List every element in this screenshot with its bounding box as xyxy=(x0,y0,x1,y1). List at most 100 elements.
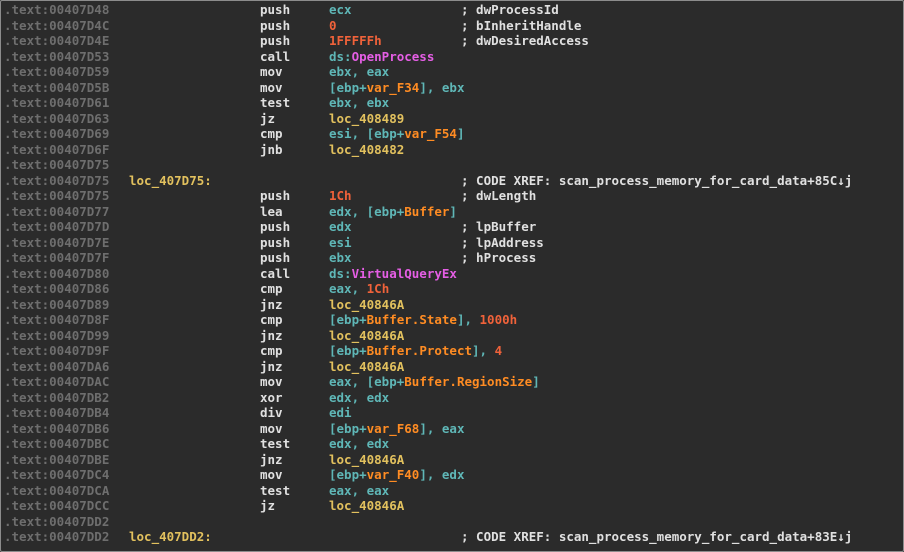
code-line[interactable]: .text:00407DB6 mov [ebp+var_F68], eax xyxy=(4,421,903,437)
address: .text:00407D80 xyxy=(4,265,110,281)
jump-target-link[interactable]: loc_408489 xyxy=(329,111,404,126)
operand-token[interactable]: var_F40 xyxy=(367,467,420,482)
code-line[interactable]: .text:00407D7D push edx ; lpBuffer xyxy=(4,219,903,235)
operands: edx, [ebp+Buffer] xyxy=(329,204,457,220)
operand-token[interactable]: var_F34 xyxy=(367,80,420,95)
comment: ; lpBuffer xyxy=(461,219,537,234)
code-line[interactable]: .text:00407D8F cmp [ebp+Buffer.State], 100… xyxy=(4,312,903,328)
code-line[interactable]: .text:00407D80 call ds:VirtualQueryEx xyxy=(4,266,903,282)
address: .text:00407DA6 xyxy=(4,358,110,374)
comment: ; hProcess xyxy=(461,250,537,265)
code-line[interactable]: .text:00407D75 xyxy=(4,157,903,173)
operand-token: ] xyxy=(456,126,465,141)
mnemonic: test xyxy=(260,95,291,110)
code-line[interactable]: .text:00407D48 push ecx ; dwProcessId xyxy=(4,2,903,18)
operand-token[interactable]: Buffer.RegionSize xyxy=(404,374,532,389)
code-line[interactable]: .text:00407D4E push 1FFFFFh ; dwDesiredAcce… xyxy=(4,33,903,49)
import-name[interactable]: OpenProcess xyxy=(352,49,435,64)
code-line[interactable]: .text:00407D61 test ebx, ebx xyxy=(4,95,903,111)
comment: ; lpAddress xyxy=(461,234,544,250)
code-line[interactable]: .text:00407D86 cmp eax, 1Ch xyxy=(4,281,903,297)
code-line[interactable]: .text:00407D77 lea edx, [ebp+Buffer] xyxy=(4,204,903,220)
code-line[interactable]: .text:00407DA6 jnz loc_40846A xyxy=(4,359,903,375)
operand-token[interactable]: Buffer xyxy=(404,204,449,219)
code-line[interactable]: .text:00407DC4 mov [ebp+var_F40], edx xyxy=(4,467,903,483)
operand-token: [ebp+ xyxy=(329,79,367,95)
operands: 0 xyxy=(329,18,337,34)
mnemonic: cmp xyxy=(260,312,283,327)
mnemonic: jnb xyxy=(260,141,283,157)
address: .text:00407D9F xyxy=(4,343,110,358)
code-line[interactable]: .text:00407D9F cmp [ebp+Buffer.Protect], 4 xyxy=(4,343,903,359)
operand-token: 1Ch xyxy=(329,188,352,203)
code-line[interactable]: .text:00407DD2 xyxy=(4,514,903,530)
jump-target-link[interactable]: loc_40846A xyxy=(329,328,404,343)
code-line[interactable]: .text:00407D7E push esi ; lpAddress xyxy=(4,235,903,251)
code-line[interactable]: .text:00407DBE jnz loc_40846A xyxy=(4,452,903,468)
address: .text:00407D7F xyxy=(4,250,110,265)
address: .text:00407DBC xyxy=(4,436,110,451)
operands: ebx, ebx xyxy=(329,95,389,111)
operand-token: edx, [ebp+ xyxy=(329,203,405,219)
operand-token: [ebp+ xyxy=(329,312,367,327)
operands: ecx xyxy=(329,2,352,18)
code-line[interactable]: .text:00407D89 jnz loc_40846A xyxy=(4,297,903,313)
code-line[interactable]: .text:00407D7F push ebx ; hProcess xyxy=(4,250,903,266)
mnemonic: cmp xyxy=(260,126,283,141)
mnemonic: div xyxy=(260,405,283,420)
operands: [ebp+Buffer.Protect], 4 xyxy=(329,343,502,359)
code-line[interactable]: .text:00407DCA test eax, eax xyxy=(4,483,903,499)
jump-target-link[interactable]: loc_40846A xyxy=(329,359,404,374)
code-line[interactable]: .text:00407D59 mov ebx, eax xyxy=(4,64,903,80)
code-line[interactable]: .text:00407D5B mov [ebp+var_F34], ebx xyxy=(4,80,903,96)
operands: ds:OpenProcess xyxy=(329,49,434,65)
mnemonic: mov xyxy=(260,420,283,436)
code-line[interactable]: .text:00407DBC test edx, edx xyxy=(4,436,903,452)
code-line[interactable]: .text:00407D75 push 1Ch ; dwLength xyxy=(4,188,903,204)
operand-token[interactable]: Buffer.State xyxy=(367,312,457,327)
address: .text:00407DB6 xyxy=(4,420,110,436)
code-line[interactable]: .text:00407D63 jz loc_408489 xyxy=(4,111,903,127)
mnemonic: jnz xyxy=(260,296,283,312)
address: .text:00407DD2 xyxy=(4,529,110,544)
operand-token: [ebp+ xyxy=(329,467,367,482)
code-line[interactable]: .text:00407D75 loc_407D75: ; CODE XREF: sc… xyxy=(4,173,903,189)
operands: loc_40846A xyxy=(329,328,404,344)
jump-target-link[interactable]: loc_40846A xyxy=(329,297,404,312)
comment: ; CODE XREF: scan_process_memory_for_car… xyxy=(461,172,853,188)
jump-target-link[interactable]: loc_40846A xyxy=(329,452,404,467)
mnemonic: cmp xyxy=(260,343,283,358)
operand-token[interactable]: var_F54 xyxy=(404,126,457,141)
operand-token: esi xyxy=(329,234,352,250)
operand-token[interactable]: var_F68 xyxy=(367,421,420,436)
operands: loc_40846A xyxy=(329,359,404,375)
mnemonic: push xyxy=(260,33,291,48)
import-name[interactable]: VirtualQueryEx xyxy=(352,266,457,281)
code-line[interactable]: .text:00407DAC mov eax, [ebp+Buffer.Region… xyxy=(4,374,903,390)
code-line[interactable]: .text:00407D53 call ds:OpenProcess xyxy=(4,49,903,65)
code-line[interactable]: .text:00407DCC jz loc_40846A xyxy=(4,498,903,514)
comment: ; dwDesiredAccess xyxy=(461,33,589,48)
code-label[interactable]: loc_407DD2: xyxy=(129,529,212,545)
address: .text:00407DC4 xyxy=(4,467,110,482)
operands: 1FFFFFh xyxy=(329,33,382,49)
operand-token[interactable]: Buffer.Protect xyxy=(367,343,472,358)
operand-token: 1Ch xyxy=(366,281,390,296)
address: .text:00407D6F xyxy=(4,141,110,157)
address: .text:00407D75 xyxy=(4,157,110,172)
code-line[interactable]: .text:00407D99 jnz loc_40846A xyxy=(4,328,903,344)
disassembly-view[interactable]: .text:00407D48 push ecx; dwProcessId .text:… xyxy=(0,0,904,552)
code-label[interactable]: loc_407D75: xyxy=(129,173,212,189)
address: .text:00407D5B xyxy=(4,79,110,95)
code-line[interactable]: .text:00407D6F jnb loc_408482 xyxy=(4,142,903,158)
jump-target-link[interactable]: loc_408482 xyxy=(329,142,404,157)
mnemonic: jz xyxy=(260,498,276,513)
code-line[interactable]: .text:00407DD2 loc_407DD2: ; CODE XREF: sc… xyxy=(4,529,903,545)
code-line[interactable]: .text:00407D4C push 0 ; bInheritHandle xyxy=(4,18,903,34)
operand-token: 1000h xyxy=(479,312,518,327)
operand-token: ebx, eax xyxy=(329,64,390,79)
jump-target-link[interactable]: loc_40846A xyxy=(329,498,404,513)
code-line[interactable]: .text:00407DB2 xor edx, edx xyxy=(4,390,903,406)
code-line[interactable]: .text:00407D69 cmp esi, [ebp+var_F54] xyxy=(4,126,903,142)
code-line[interactable]: .text:00407DB4 div edi xyxy=(4,405,903,421)
